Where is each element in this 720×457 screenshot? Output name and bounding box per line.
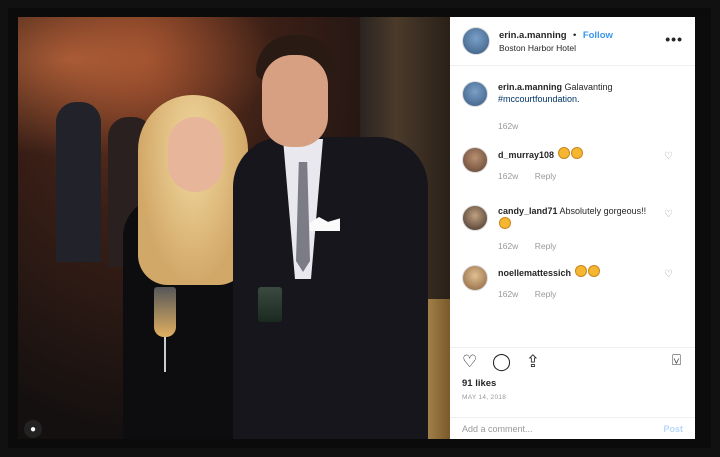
commenter-avatar[interactable] (462, 265, 488, 291)
author-avatar-small[interactable] (462, 81, 488, 107)
post-header: erin.a.manning • Follow Boston Harbor Ho… (450, 17, 695, 66)
caption-username[interactable]: erin.a.manning (498, 82, 562, 92)
author-username[interactable]: erin.a.manning (499, 30, 567, 41)
post-side-panel: erin.a.manning • Follow Boston Harbor Ho… (450, 17, 695, 439)
comment-username[interactable]: d_murray108 (498, 150, 554, 160)
comment-list: erin.a.manning Galavanting #mccourtfound… (450, 75, 695, 317)
comment-item: noellemattessich ♡ 162w Reply (450, 259, 695, 317)
comment-username[interactable]: candy_land71 (498, 206, 558, 216)
comment-age: 162w (498, 171, 519, 181)
author-avatar[interactable] (462, 27, 490, 55)
bookmark-icon[interactable]: ⍌ (672, 352, 681, 369)
heart-eyes-emoji-icon (574, 265, 587, 277)
smile-emoji-icon (499, 217, 511, 229)
comment-age: 162w (498, 241, 519, 251)
post-date: MAY 14, 2018 (462, 394, 507, 401)
tagged-user-icon[interactable]: ● (24, 420, 42, 438)
likes-count[interactable]: 91 likes (462, 378, 496, 389)
separator: • (573, 30, 577, 41)
caption-text: Galavanting (564, 82, 613, 92)
add-comment-input[interactable]: Add a comment... (462, 424, 533, 434)
caption: erin.a.manning Galavanting #mccourtfound… (450, 75, 695, 141)
background-edge (695, 17, 711, 439)
commenter-avatar[interactable] (462, 147, 488, 173)
comment-username[interactable]: noellemattessich (498, 268, 571, 278)
heart-icon[interactable]: ♡ (462, 352, 477, 371)
post-photo[interactable] (18, 17, 450, 439)
commenter-avatar[interactable] (462, 205, 488, 231)
comment-like-heart-icon[interactable]: ♡ (664, 151, 673, 162)
comment-item: candy_land71 Absolutely gorgeous!! ♡ 162… (450, 199, 695, 259)
post-comment-button[interactable]: Post (663, 424, 683, 434)
reply-button[interactable]: Reply (535, 289, 557, 299)
reply-button[interactable]: Reply (535, 171, 557, 181)
share-icon[interactable]: ⇪ (526, 352, 540, 371)
follow-button[interactable]: Follow (583, 30, 613, 41)
comment-icon[interactable]: ◯ (492, 352, 511, 371)
reply-button[interactable]: Reply (535, 241, 557, 251)
caption-age: 162w (498, 121, 519, 131)
comment-age: 162w (498, 289, 519, 299)
heart-eyes-emoji-icon (587, 265, 600, 277)
comment-like-heart-icon[interactable]: ♡ (664, 269, 673, 280)
comment-like-heart-icon[interactable]: ♡ (664, 209, 673, 220)
caption-hashtag[interactable]: #mccourtfoundation. (498, 94, 580, 104)
comment-text: Absolutely gorgeous!! (559, 206, 647, 216)
heart-eyes-emoji-icon (570, 147, 583, 159)
post-actions: ♡ ◯ ⇪ ⍌ 91 likes MAY 14, 2018 (450, 347, 695, 408)
heart-eyes-emoji-icon (557, 147, 570, 159)
location-link[interactable]: Boston Harbor Hotel (499, 42, 613, 54)
add-comment-bar: Add a comment... Post (450, 417, 695, 440)
comment-item: d_murray108 ♡ 162w Reply (450, 141, 695, 199)
more-options-icon[interactable]: ••• (665, 31, 683, 47)
